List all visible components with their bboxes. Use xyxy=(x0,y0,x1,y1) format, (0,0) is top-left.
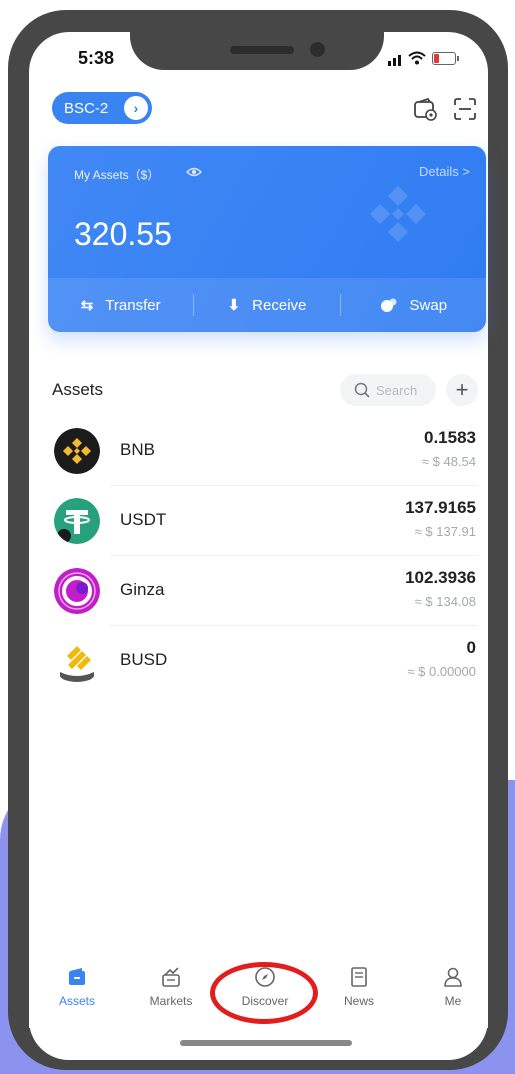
network-selector[interactable]: BSC-2 › xyxy=(52,92,152,124)
ginza-logo-icon xyxy=(54,568,100,614)
tab-markets[interactable]: Markets xyxy=(131,966,211,1016)
token-name: USDT xyxy=(120,510,167,529)
wifi-icon xyxy=(408,51,426,65)
speaker-grille xyxy=(230,46,294,54)
my-assets-card[interactable]: My Assets（$） Details > 320.55 ⇆ Transfer… xyxy=(48,146,486,332)
swap-icon xyxy=(380,298,397,312)
token-amount: 102.3936 xyxy=(405,568,476,587)
user-icon xyxy=(444,967,462,987)
chart-icon xyxy=(162,967,180,987)
status-icons xyxy=(386,50,466,66)
tab-news[interactable]: News xyxy=(319,966,399,1016)
busd-logo-icon xyxy=(54,638,100,684)
asset-row-busd[interactable]: BUSD 0 ≈ $ 0.00000 xyxy=(48,626,478,696)
details-link[interactable]: Details > xyxy=(419,164,470,179)
network-label: BSC-2 xyxy=(64,99,109,117)
token-usd-value: ≈ $ 137.91 xyxy=(414,524,476,539)
bnb-watermark-icon xyxy=(370,186,426,242)
transfer-icon: ⇆ xyxy=(80,297,94,314)
phone-notch xyxy=(130,10,384,70)
news-icon xyxy=(351,967,367,987)
asset-row-bnb[interactable]: BNB 0.1583 ≈ $ 48.54 xyxy=(48,416,478,486)
token-amount: 0 xyxy=(466,638,476,657)
swap-label: Swap xyxy=(409,296,448,314)
bnb-logo-icon xyxy=(54,428,100,474)
token-usd-value: ≈ $ 0.00000 xyxy=(407,664,476,679)
receive-label: Receive xyxy=(252,296,307,314)
token-name: BUSD xyxy=(120,650,168,669)
tab-label: Assets xyxy=(58,994,95,1008)
asset-row-ginza[interactable]: Ginza 102.3936 ≈ $ 134.08 xyxy=(48,556,478,626)
tab-label: Markets xyxy=(149,994,193,1008)
search-placeholder: Search xyxy=(376,382,418,398)
add-token-button[interactable]: + xyxy=(446,374,478,406)
assets-section-title: Assets xyxy=(52,380,104,399)
tab-label: News xyxy=(343,994,374,1008)
token-usd-value: ≈ $ 48.54 xyxy=(421,454,476,469)
front-camera xyxy=(310,42,325,57)
tab-me[interactable]: Me xyxy=(413,966,493,1016)
transfer-button[interactable]: ⇆ Transfer xyxy=(48,296,193,315)
token-amount: 137.9165 xyxy=(405,498,476,517)
chevron-right-icon: › xyxy=(124,96,148,120)
scan-icon[interactable] xyxy=(452,96,478,122)
token-usd-value: ≈ $ 134.08 xyxy=(414,594,476,609)
status-time: 5:38 xyxy=(78,48,115,68)
download-icon: ⬇ xyxy=(227,297,241,314)
tab-label: Me xyxy=(444,994,462,1008)
swap-button[interactable]: Swap xyxy=(341,296,486,314)
token-name: BNB xyxy=(120,440,155,459)
asset-row-usdt[interactable]: USDT 137.9165 ≈ $ 137.91 xyxy=(48,486,478,556)
discover-highlight-annotation xyxy=(210,962,318,1024)
token-name: Ginza xyxy=(120,580,165,599)
battery-icon xyxy=(432,52,456,65)
search-icon xyxy=(354,382,370,398)
wallet-icon xyxy=(69,968,85,985)
transfer-label: Transfer xyxy=(105,296,161,314)
token-amount: 0.1583 xyxy=(424,428,476,447)
wallet-settings-icon[interactable] xyxy=(412,96,438,122)
usdt-logo-icon xyxy=(54,498,100,544)
eye-icon[interactable] xyxy=(186,166,202,178)
tab-assets[interactable]: Assets xyxy=(37,966,117,1016)
card-actions: ⇆ Transfer ⬇ Receive Swap xyxy=(48,278,486,332)
receive-button[interactable]: ⬇ Receive xyxy=(194,296,339,315)
search-input[interactable]: Search xyxy=(340,374,436,406)
home-indicator xyxy=(180,1040,352,1046)
total-assets-value: 320.55 xyxy=(74,216,172,252)
my-assets-label: My Assets（$） xyxy=(74,168,160,182)
